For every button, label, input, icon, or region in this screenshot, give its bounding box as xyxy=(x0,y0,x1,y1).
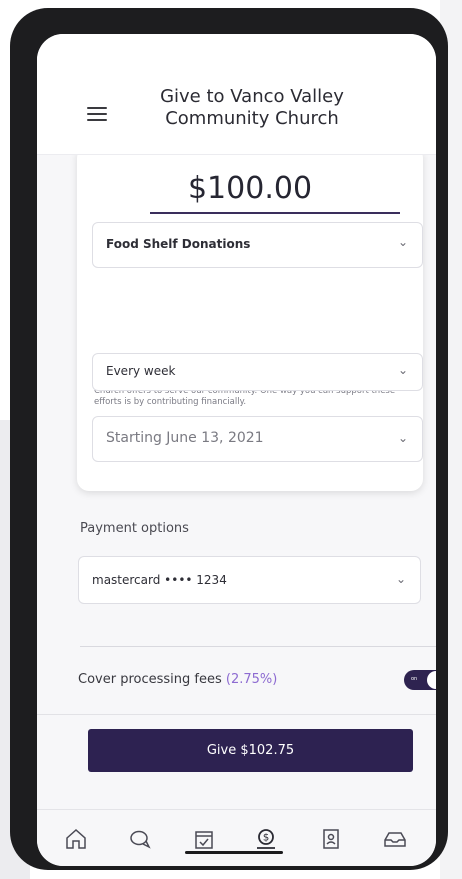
calendar-icon[interactable] xyxy=(192,827,216,851)
cover-fees-row: Cover processing fees (2.75%) on xyxy=(78,670,436,690)
inbox-icon[interactable] xyxy=(383,827,407,851)
header: Give to Vanco Valley Community Church xyxy=(37,34,436,155)
directory-icon[interactable] xyxy=(319,827,343,851)
fund-select[interactable]: Food Shelf Donations ⌄ xyxy=(92,222,423,268)
payment-options-label: Payment options xyxy=(80,521,189,536)
toggle-knob xyxy=(427,671,436,689)
tab-bar: $ xyxy=(37,809,436,866)
page-title: Give to Vanco Valley Community Church xyxy=(160,86,344,129)
app-screen: Give to Vanco Valley Community Church $1… xyxy=(37,34,436,866)
divider xyxy=(80,646,436,647)
give-icon[interactable]: $ xyxy=(254,827,278,851)
amount-underline xyxy=(150,212,400,214)
amount-display[interactable]: $100.00 xyxy=(77,171,423,206)
cover-fees-percent: (2.75%) xyxy=(225,672,278,687)
payment-method-value: mastercard •••• 1234 xyxy=(92,573,227,587)
cover-fees-label: Cover processing fees (2.75%) xyxy=(78,672,277,687)
home-indicator xyxy=(185,851,283,854)
divider xyxy=(37,714,436,715)
chevron-down-icon: ⌄ xyxy=(397,363,408,377)
menu-icon[interactable] xyxy=(87,107,107,121)
toggle-on-text: on xyxy=(411,676,418,682)
frequency-value: Every week xyxy=(106,364,176,378)
phone-frame: Give to Vanco Valley Community Church $1… xyxy=(10,8,448,870)
start-date-select[interactable]: Starting June 13, 2021 ⌄ xyxy=(92,416,423,462)
donation-card: $100.00 Food Shelf Donations ⌄ Our food … xyxy=(77,146,423,491)
give-button[interactable]: Give $102.75 xyxy=(88,729,413,772)
chevron-down-icon: ⌄ xyxy=(395,572,406,586)
start-date-value: Starting June 13, 2021 xyxy=(106,430,264,446)
chevron-down-icon: ⌄ xyxy=(397,235,408,249)
svg-text:$: $ xyxy=(263,833,269,844)
payment-method-select[interactable]: mastercard •••• 1234 ⌄ xyxy=(78,556,421,604)
frequency-select[interactable]: Every week ⌄ xyxy=(92,353,423,391)
cover-fees-toggle[interactable]: on xyxy=(404,670,436,690)
cover-fees-text: Cover processing fees xyxy=(78,672,222,687)
chat-icon[interactable] xyxy=(128,827,152,851)
home-icon[interactable] xyxy=(64,827,88,851)
fund-select-value: Food Shelf Donations xyxy=(106,237,251,251)
chevron-down-icon: ⌄ xyxy=(397,431,408,445)
